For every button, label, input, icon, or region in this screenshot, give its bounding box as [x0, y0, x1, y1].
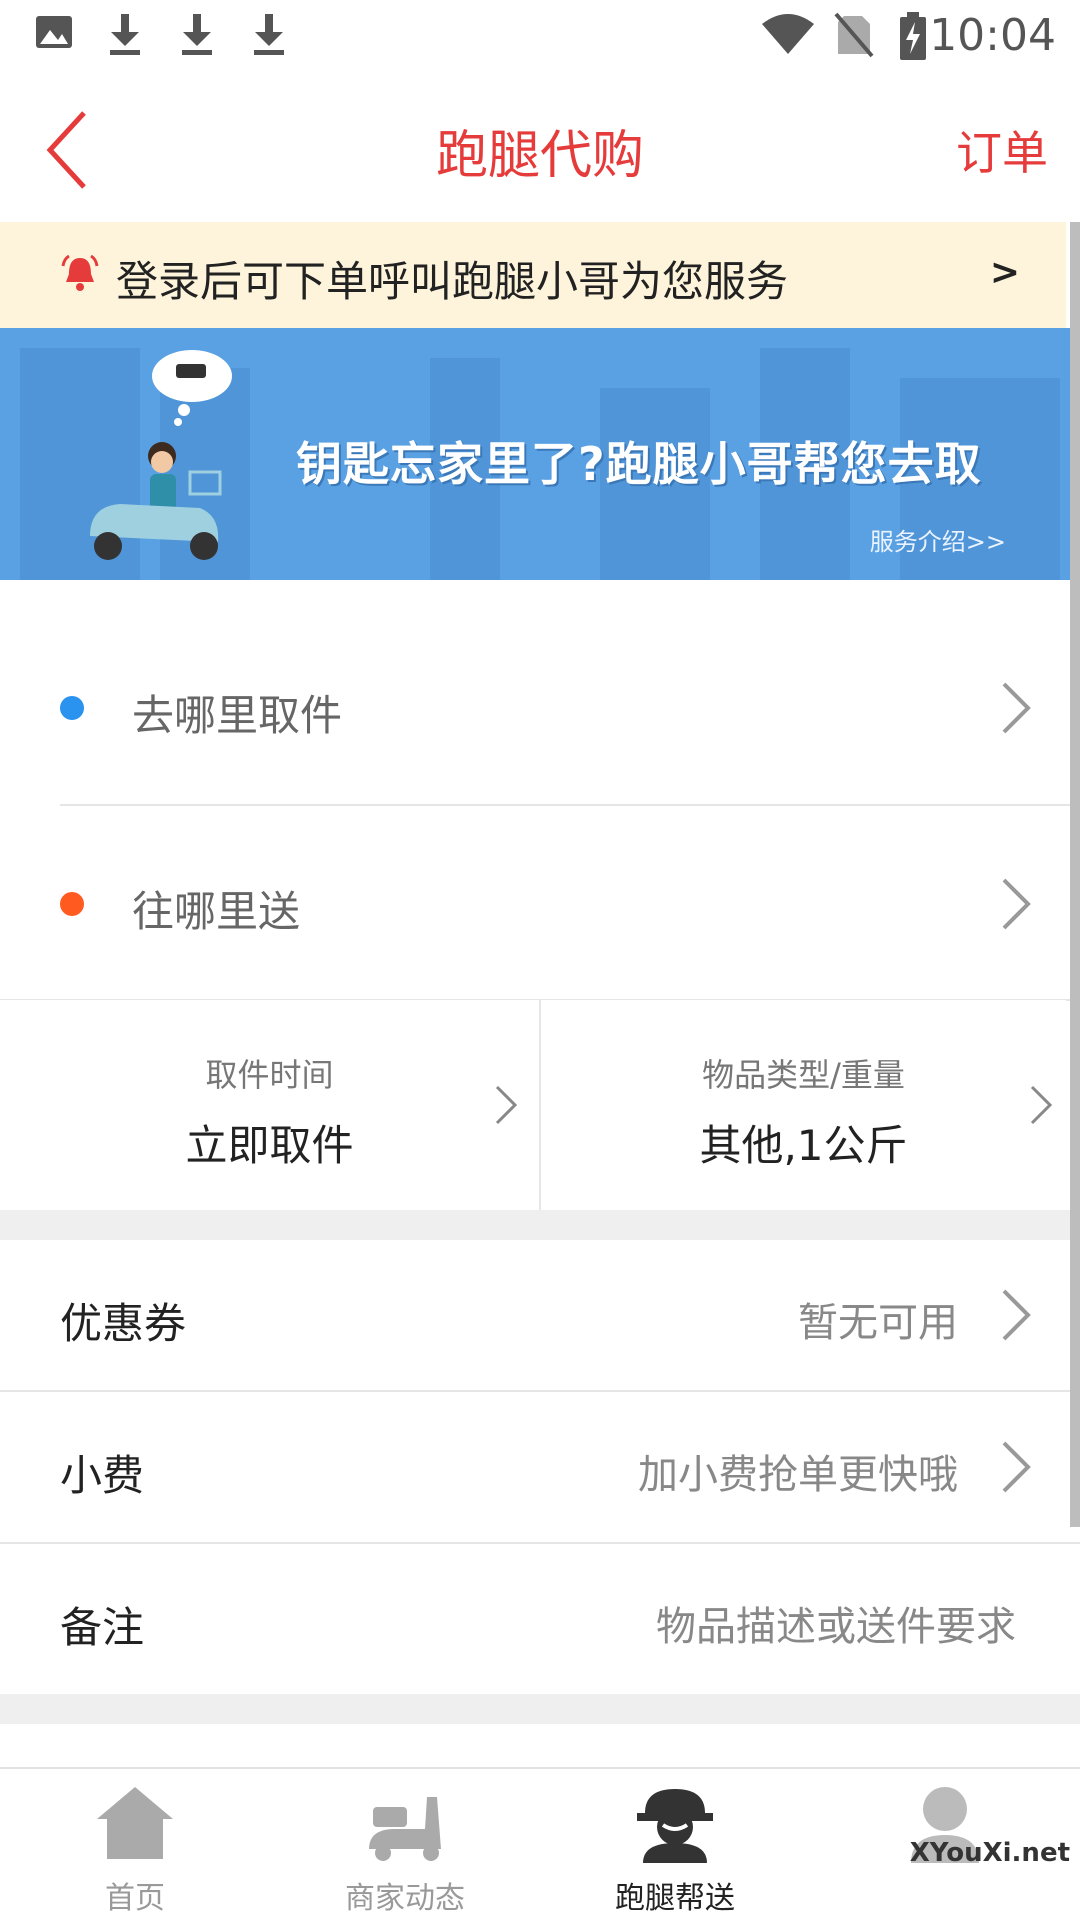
remark-row[interactable]: 备注 物品描述或送件要求 [0, 1544, 1066, 1694]
download-icon [178, 12, 216, 62]
tab-errand-delivery[interactable]: 跑腿帮送 [540, 1769, 810, 1922]
tab-label: 跑腿帮送 [615, 1881, 735, 1916]
tip-label: 小费 [60, 1451, 145, 1500]
wifi-icon [760, 12, 816, 60]
no-sim-icon [834, 12, 874, 62]
battery-charging-icon [898, 12, 928, 66]
section-gap [0, 1694, 1080, 1724]
chevron-right-icon [1002, 1441, 1031, 1493]
download-icon [106, 12, 144, 62]
chevron-right-icon [1030, 1085, 1053, 1125]
delivery-address-label: 往哪里送 [132, 887, 301, 936]
notice-arrow: > [989, 252, 1020, 293]
pickup-address-row[interactable]: 去哪里取件 [0, 610, 1066, 805]
tip-row[interactable]: 小费 加小费抢单更快哦 [0, 1392, 1066, 1542]
courier-icon [637, 1789, 713, 1863]
coupon-row[interactable]: 优惠券 暂无可用 [0, 1240, 1066, 1390]
tab-label: 首页 [105, 1881, 165, 1916]
remark-input[interactable]: 物品描述或送件要求 [656, 1594, 1016, 1652]
tab-merchant-news[interactable]: 商家动态 [270, 1769, 540, 1922]
home-icon [97, 1787, 173, 1859]
pickup-dot-icon [60, 696, 84, 720]
pickup-time-label: 取件时间 [205, 1056, 334, 1094]
remark-label: 备注 [60, 1603, 145, 1652]
coupon-label: 优惠券 [60, 1299, 187, 1348]
notice-text: 登录后可下单呼叫跑腿小哥为您服务 [116, 257, 789, 306]
pickup-address-label: 去哪里取件 [132, 691, 343, 740]
item-type-label: 物品类型/重量 [702, 1056, 905, 1094]
item-type-value: 其他,1公斤 [699, 1121, 908, 1170]
item-type-tile[interactable]: 物品类型/重量 其他,1公斤 [541, 1000, 1066, 1210]
tip-value: 加小费抢单更快哦 [638, 1452, 958, 1498]
promo-banner[interactable]: 钥匙忘家里了?跑腿小哥帮您去取 服务介绍>> [0, 328, 1080, 580]
tab-home[interactable]: 首页 [0, 1769, 270, 1922]
page-title: 跑腿代购 [435, 126, 644, 186]
section-gap [0, 1210, 1080, 1240]
header: 跑腿代购 订单 [0, 75, 1080, 222]
login-notice-bar[interactable]: 登录后可下单呼叫跑腿小哥为您服务 > [0, 222, 1066, 328]
chevron-right-icon [1002, 878, 1031, 930]
tab-label: 商家动态 [345, 1881, 465, 1916]
banner-slogan: 钥匙忘家里了?跑腿小哥帮您去取 [296, 437, 982, 491]
image-icon [34, 12, 74, 56]
watermark-logo: XYouXi.net [909, 1838, 1070, 1868]
orders-link[interactable]: 订单 [956, 117, 1048, 183]
status-bar: 10:04 [0, 0, 1080, 75]
clock: 10:04 [929, 10, 1056, 61]
pickup-time-value: 立即取件 [185, 1121, 354, 1170]
chevron-right-icon [1002, 1289, 1031, 1341]
service-intro-link[interactable]: 服务介绍>> [870, 522, 1006, 557]
bell-icon [60, 254, 100, 298]
download-icon [250, 12, 288, 62]
scooter-icon [369, 1797, 441, 1861]
courier-scooter-illustration [90, 350, 232, 560]
chevron-right-icon [495, 1085, 518, 1125]
delivery-dot-icon [60, 892, 84, 916]
scrollbar[interactable] [1070, 222, 1080, 1527]
pickup-time-tile[interactable]: 取件时间 立即取件 [0, 1000, 539, 1210]
coupon-value: 暂无可用 [798, 1300, 958, 1346]
delivery-address-row[interactable]: 往哪里送 [0, 806, 1066, 1001]
chevron-right-icon [1002, 682, 1031, 734]
